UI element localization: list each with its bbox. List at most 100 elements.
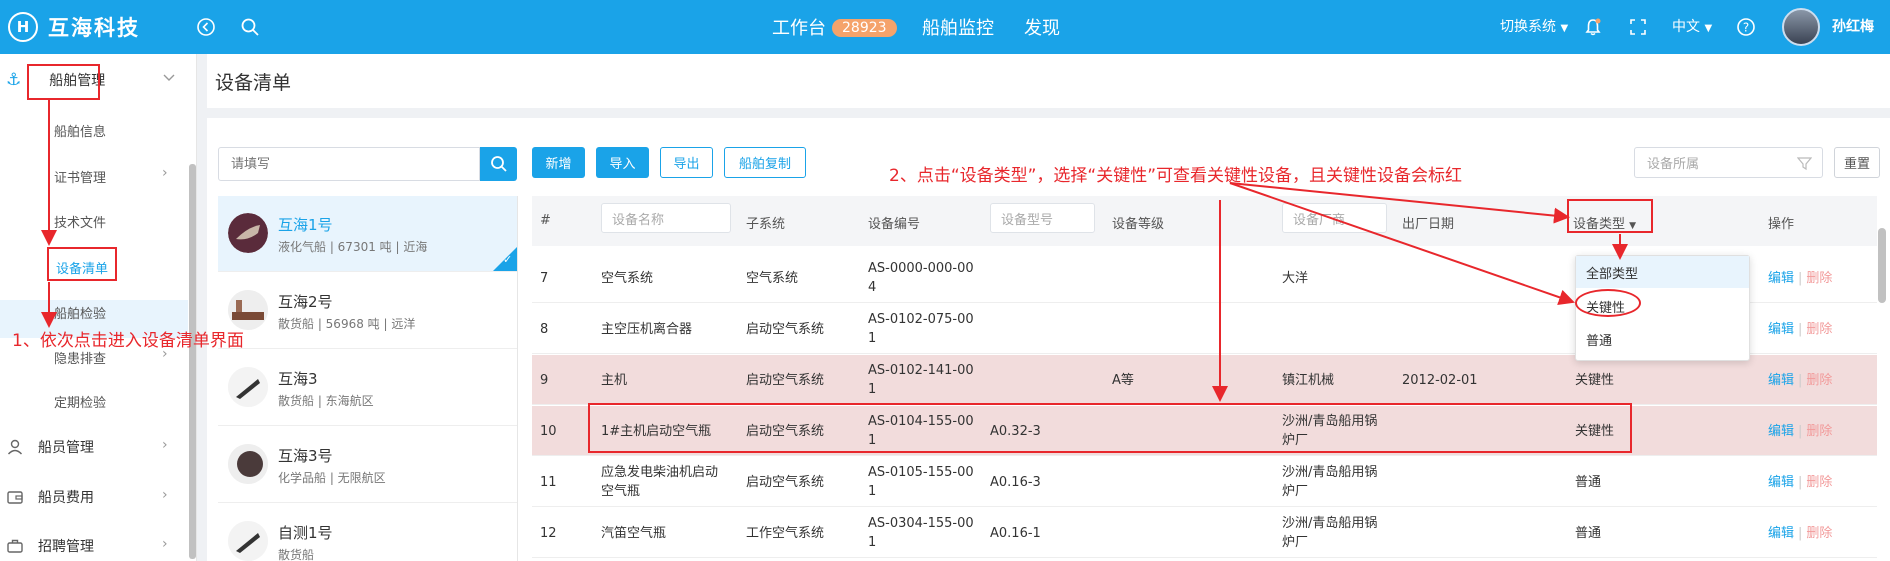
ship-list-item[interactable]: 互海3号 化学品船 | 无限航区 <box>218 427 517 503</box>
col-subsystem: 子系统 <box>746 217 786 232</box>
fullscreen-icon[interactable] <box>1625 14 1651 40</box>
crew-cost-label: 船员费用 <box>38 490 94 506</box>
row-actions: 编辑 | 删除 <box>1768 524 1832 543</box>
nav-ship-monitor[interactable]: 船舶监控 <box>922 14 994 40</box>
username[interactable]: 孙红梅 <box>1832 16 1874 36</box>
cell-type: 关键性 <box>1575 373 1615 388</box>
chevron-right-icon: › <box>162 487 168 503</box>
delete-link[interactable]: 删除 <box>1806 373 1832 388</box>
brand-name: 互海科技 <box>48 16 140 40</box>
switch-system-dropdown[interactable]: 切换系统 ▼ <box>1500 16 1568 36</box>
sidebar-scrollbar[interactable] <box>189 164 196 559</box>
cell-name: 空气系统 <box>601 271 654 286</box>
ship-list-item[interactable]: 互海1号 液化气船 | 67301 吨 | 近海 ✓ <box>218 196 517 272</box>
sidebar-group-crew-cost[interactable]: 船员费用 <box>6 487 94 507</box>
ship-details: 散货船 <box>278 548 315 561</box>
cell-subsystem: 工作空气系统 <box>746 526 825 541</box>
add-button[interactable]: 新增 <box>532 147 585 178</box>
menu-item-normal[interactable]: 普通 <box>1576 323 1749 355</box>
search-icon[interactable] <box>237 14 263 40</box>
edit-link[interactable]: 编辑 <box>1768 475 1794 490</box>
back-icon[interactable] <box>193 14 219 40</box>
ship-search-input[interactable] <box>218 147 480 181</box>
filter-equipment-name[interactable]: 设备名称 <box>601 203 731 233</box>
chevron-right-icon: › <box>162 437 168 453</box>
highlight-critical-row <box>588 403 1632 453</box>
col-manufacture-date: 出厂日期 <box>1402 217 1455 232</box>
sidebar-group-crew-management[interactable]: 船员管理 <box>6 437 94 457</box>
table-row[interactable] <box>532 457 1877 507</box>
cell-name: 应急发电柴油机启动 空气瓶 <box>601 465 719 499</box>
menu-item-all-types[interactable]: 全部类型 <box>1576 256 1749 288</box>
edit-link[interactable]: 编辑 <box>1768 271 1794 286</box>
cell-num: 8 <box>540 322 549 337</box>
filter-equipment-model[interactable]: 设备型号 <box>990 203 1095 233</box>
sidebar-item-ship-info[interactable]: 船舶信息 <box>54 121 106 140</box>
delete-link[interactable]: 删除 <box>1806 424 1832 439</box>
sidebar-item-tech-docs[interactable]: 技术文件 <box>54 212 106 231</box>
ship-details: 散货船 | 56968 吨 | 远洋 <box>278 317 416 331</box>
filter-manufacturer[interactable]: 设备厂商 <box>1282 203 1387 233</box>
placeholder: 设备厂商 <box>1293 212 1346 228</box>
cell-num: 7 <box>540 271 549 286</box>
edit-link[interactable]: 编辑 <box>1768 322 1794 337</box>
logo-mark: H <box>8 12 38 42</box>
table-scrollbar[interactable] <box>1878 228 1886 303</box>
import-button[interactable]: 导入 <box>596 147 649 178</box>
sidebar-group-recruitment[interactable]: 招聘管理 <box>6 536 94 556</box>
cell-maker: 沙洲/青岛船用锅 炉厂 <box>1282 465 1378 499</box>
edit-link[interactable]: 编辑 <box>1768 424 1794 439</box>
cell-date: 2012-02-01 <box>1402 373 1478 388</box>
edit-link[interactable]: 编辑 <box>1768 526 1794 541</box>
chevron-right-icon: › <box>162 536 168 552</box>
delete-link[interactable]: 删除 <box>1806 475 1832 490</box>
table-row[interactable] <box>532 508 1877 558</box>
ship-name: 互海2号 <box>278 293 333 311</box>
copy-ship-button[interactable]: 船舶复制 <box>724 147 806 178</box>
bell-icon[interactable] <box>1580 14 1606 40</box>
sidebar-item-certificates[interactable]: 证书管理 <box>54 167 106 186</box>
language-label: 中文 <box>1672 19 1700 35</box>
reset-button[interactable]: 重置 <box>1834 147 1880 178</box>
table-header <box>532 196 1877 246</box>
ship-search-button[interactable] <box>480 147 517 181</box>
highlight-equipment-type <box>1567 199 1653 233</box>
edit-link[interactable]: 编辑 <box>1768 373 1794 388</box>
briefcase-icon <box>7 539 23 553</box>
ship-thumbnail <box>228 290 268 330</box>
delete-link[interactable]: 删除 <box>1806 526 1832 541</box>
export-button[interactable]: 导出 <box>660 147 713 178</box>
nav-discover[interactable]: 发现 <box>1024 14 1060 40</box>
page-title: 设备清单 <box>215 72 292 94</box>
ship-list-item[interactable]: 互海2号 散货船 | 56968 吨 | 远洋 <box>218 273 517 349</box>
top-bar: H 互海科技 工作台 28923 船舶监控 发现 切换系统 ▼ 中文 ▼ ? 孙红… <box>0 0 1890 54</box>
recruitment-label: 招聘管理 <box>38 539 94 555</box>
logo[interactable]: H 互海科技 <box>8 12 140 42</box>
sidebar-item-ship-inspection[interactable]: 船舶检验 <box>54 303 106 322</box>
cell-code: AS-0000-000-00 4 <box>868 261 974 295</box>
nav-workbench[interactable]: 工作台 28923 <box>772 14 897 40</box>
language-dropdown[interactable]: 中文 ▼ <box>1672 16 1712 36</box>
highlight-equipment-list <box>47 247 117 281</box>
annotation-step1: 1、依次点击进入设备清单界面 <box>12 331 244 351</box>
cell-subsystem: 启动空气系统 <box>746 475 825 490</box>
table-row[interactable] <box>532 355 1877 405</box>
delete-link[interactable]: 删除 <box>1806 271 1832 286</box>
ship-list-item[interactable]: 自测1号 散货船 <box>218 504 517 561</box>
filter-icon <box>1797 157 1812 171</box>
ship-list-item[interactable]: 互海3 散货船 | 东海航区 <box>218 350 517 426</box>
sidebar-item-periodic-inspection[interactable]: 定期检验 <box>54 392 106 411</box>
wallet-icon <box>7 491 23 504</box>
highlight-critical-option <box>1575 289 1641 317</box>
cell-name: 汽笛空气瓶 <box>601 526 667 541</box>
ship-thumbnail <box>228 521 268 561</box>
user-avatar[interactable] <box>1782 8 1820 46</box>
workbench-label: 工作台 <box>772 18 826 39</box>
col-equipment-code: 设备编号 <box>868 217 921 232</box>
switch-system-label: 切换系统 <box>1500 19 1556 35</box>
delete-link[interactable]: 删除 <box>1806 322 1832 337</box>
chevron-right-icon: › <box>162 165 168 181</box>
equipment-owner-filter[interactable]: 设备所属 <box>1634 147 1823 178</box>
separator: | <box>1798 271 1803 286</box>
help-icon[interactable]: ? <box>1733 14 1759 40</box>
